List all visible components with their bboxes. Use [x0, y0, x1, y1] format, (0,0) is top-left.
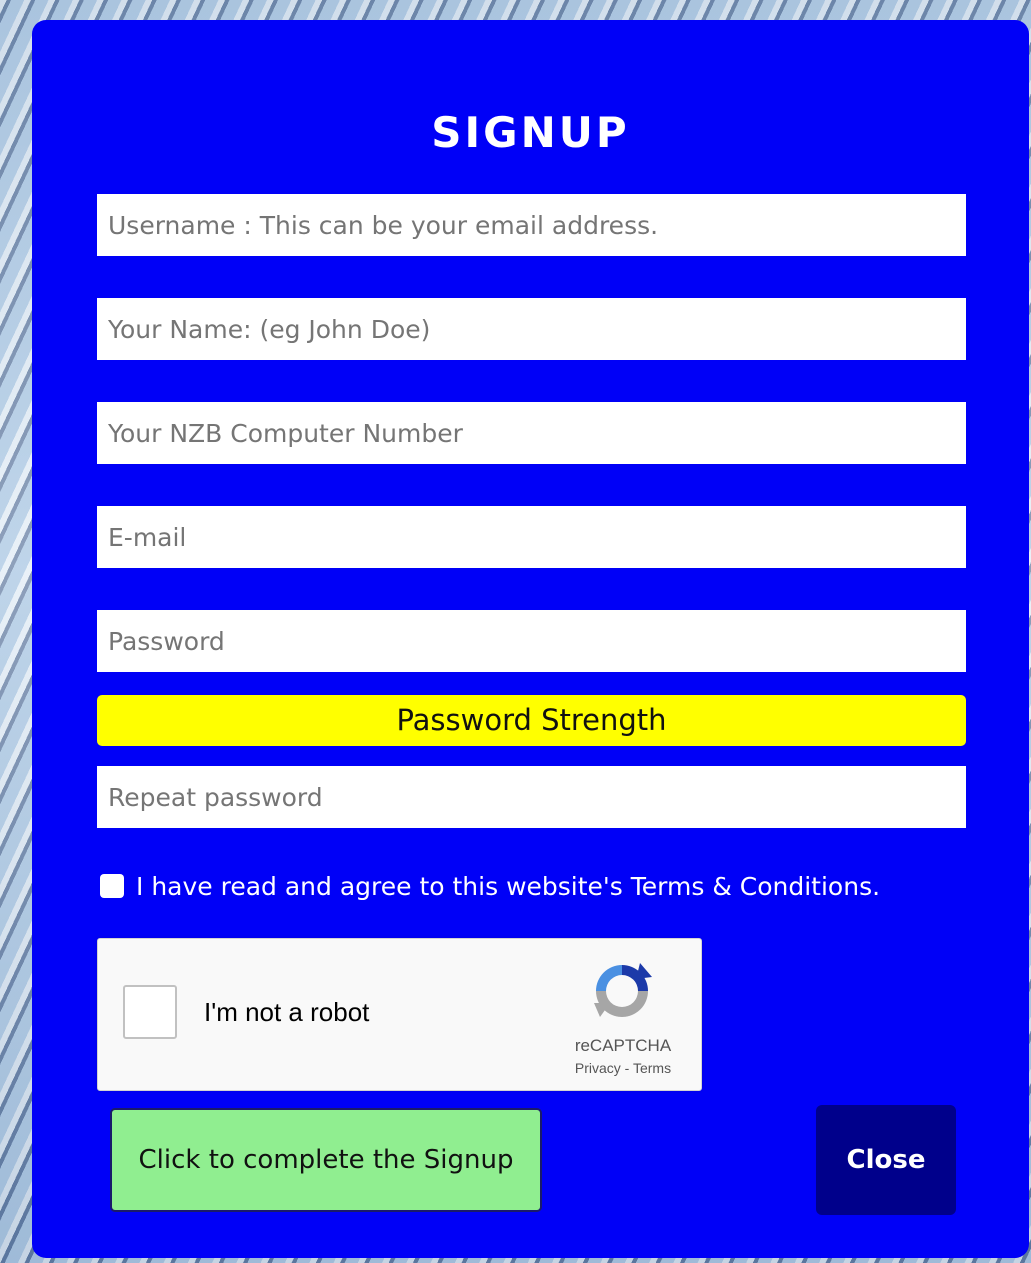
complete-signup-button[interactable]: Click to complete the Signup — [110, 1108, 542, 1212]
recaptcha-widget: I'm not a robot reCAPTCHA Privacy - Term… — [97, 938, 702, 1091]
password-strength-meter: Password Strength — [97, 695, 966, 746]
recaptcha-logo-icon — [594, 963, 652, 1017]
recaptcha-checkbox[interactable] — [123, 985, 177, 1039]
recaptcha-terms-link[interactable]: Terms — [633, 1060, 671, 1076]
nzb-computer-number-input[interactable] — [97, 402, 966, 464]
recaptcha-label: I'm not a robot — [204, 997, 370, 1027]
repeat-password-input[interactable] — [97, 766, 966, 828]
modal-title: SIGNUP — [431, 108, 630, 157]
username-input[interactable] — [97, 194, 966, 256]
recaptcha-separator: - — [620, 1060, 633, 1076]
email-input[interactable] — [97, 506, 966, 568]
terms-label: I have read and agree to this website's … — [136, 871, 881, 901]
recaptcha-privacy-link[interactable]: Privacy — [575, 1060, 621, 1076]
recaptcha-brand: reCAPTCHA — [574, 1036, 672, 1055]
terms-checkbox[interactable] — [100, 874, 124, 898]
terms-agreement[interactable]: I have read and agree to this website's … — [100, 868, 880, 904]
password-input[interactable] — [97, 610, 966, 672]
recaptcha-links: Privacy - Terms — [538, 1060, 708, 1076]
name-input[interactable] — [97, 298, 966, 360]
signup-modal: SIGNUP Password Strength I have read and… — [32, 20, 1029, 1258]
close-button[interactable]: Close — [816, 1105, 956, 1215]
